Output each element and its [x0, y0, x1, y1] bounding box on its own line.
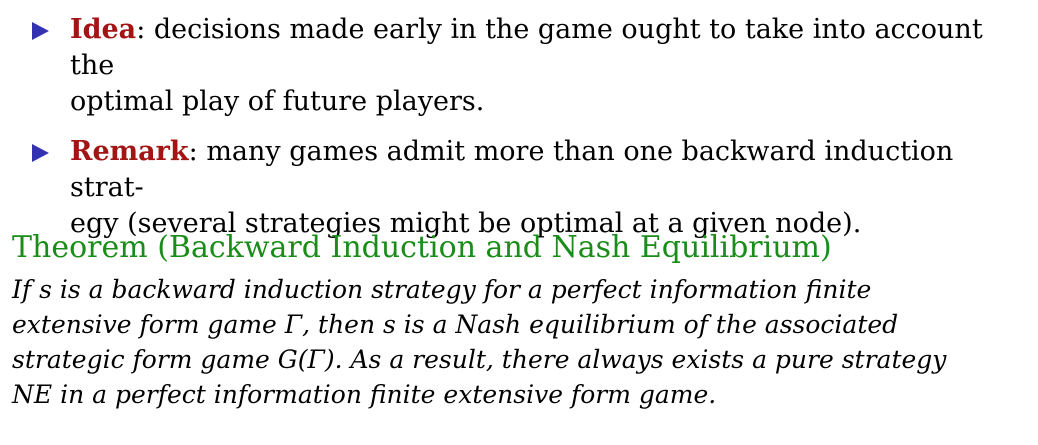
- triangle-right-icon: [32, 144, 49, 162]
- bullet-text-line: decisions made early in the game ought t…: [70, 14, 983, 81]
- bullet-colon: :: [188, 136, 198, 167]
- theorem-line: strategic form game G(Γ). As a result, t…: [12, 345, 947, 374]
- bullet-keyword: Remark: [70, 136, 189, 167]
- theorem-line: NE in a perfect information finite exten…: [12, 380, 717, 409]
- bullet-list: Idea: decisions made early in the game o…: [32, 12, 1012, 256]
- theorem-block: Theorem (Backward Induction and Nash Equ…: [12, 228, 1022, 412]
- bullet-text-line: many games admit more than one backward …: [70, 136, 954, 203]
- bullet-text-line: optimal play of future players.: [70, 86, 485, 117]
- theorem-line: extensive form game Γ, then s is a Nash …: [12, 310, 899, 339]
- theorem-title: Theorem (Backward Induction and Nash Equ…: [12, 230, 832, 265]
- theorem-body: If s is a backward induction strategy fo…: [12, 272, 1022, 412]
- triangle-right-icon: [32, 22, 49, 40]
- bullet-remark: Remark: many games admit more than one b…: [32, 134, 1012, 242]
- bullet-keyword: Idea: [70, 14, 137, 45]
- bullet-idea: Idea: decisions made early in the game o…: [32, 12, 1012, 120]
- theorem-line: If s is a backward induction strategy fo…: [12, 275, 872, 304]
- bullet-colon: :: [136, 14, 146, 45]
